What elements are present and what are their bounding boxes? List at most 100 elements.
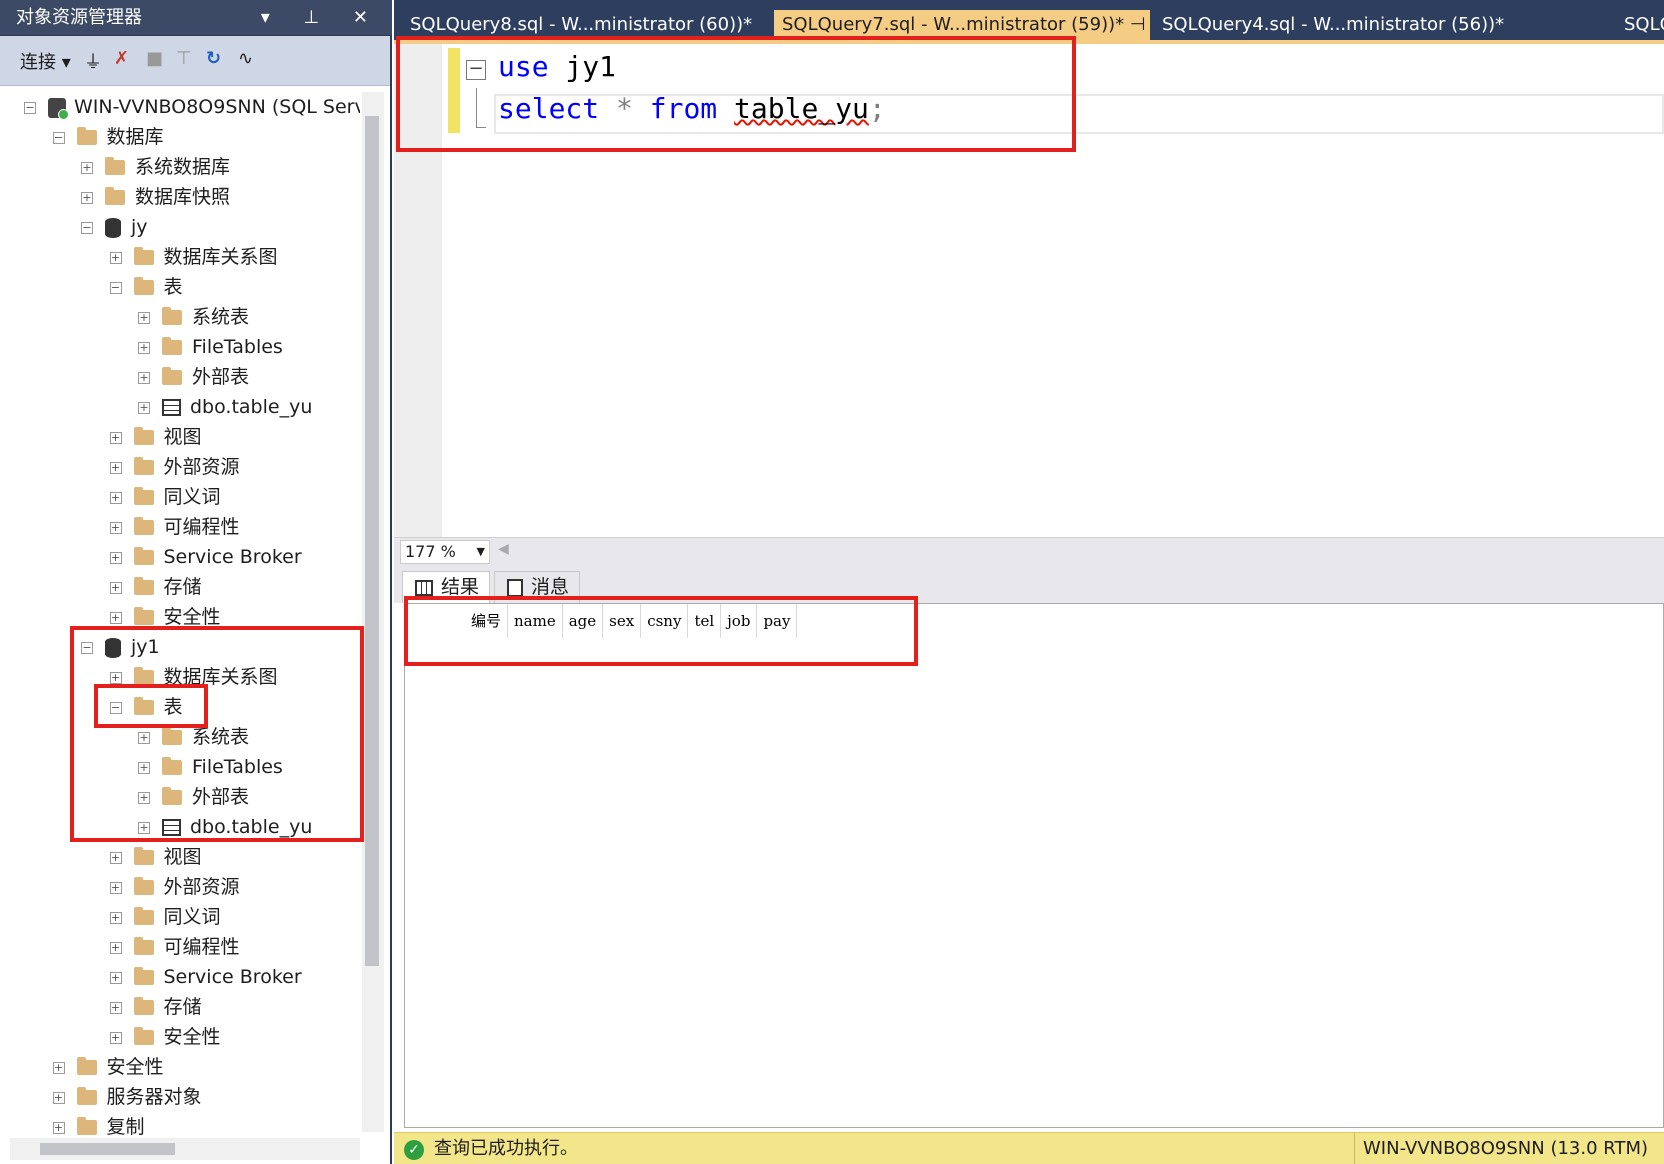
expand-icon[interactable]: + bbox=[109, 551, 122, 564]
panel-controls[interactable]: ▾ ⊥ ✕ bbox=[261, 0, 382, 36]
collapse-icon[interactable]: − bbox=[52, 131, 65, 144]
tree-node[interactable]: + 外部资源 bbox=[109, 872, 240, 902]
folder-icon bbox=[133, 937, 154, 955]
highlight-query-box bbox=[396, 36, 1076, 152]
expand-icon[interactable]: + bbox=[109, 581, 122, 594]
tree-vertical-scrollbar[interactable] bbox=[362, 92, 384, 1132]
status-bar: ✓ 查询已成功执行。 WIN-VVNBO8O9SNN (13.0 RTM) bbox=[394, 1132, 1664, 1164]
tree-node-label: 系统表 bbox=[192, 306, 250, 328]
zoom-bar: 177 % ▼ ◀ bbox=[394, 537, 1664, 565]
folder-icon bbox=[133, 247, 154, 265]
tree-node-label: 系统数据库 bbox=[135, 156, 231, 178]
tab-results-label: 结果 bbox=[441, 576, 480, 598]
object-explorer-toolbar: 连接 ▾ ⏚ ✗ ■ ⊤ ↻ ∿ bbox=[0, 36, 390, 86]
expand-icon[interactable]: + bbox=[109, 431, 122, 444]
results-grid[interactable]: 编号 name age sex csny tel job pay bbox=[404, 603, 1664, 1128]
expand-icon[interactable]: + bbox=[81, 161, 93, 174]
tab-sqlquery-overflow[interactable]: SQLQ bbox=[1616, 10, 1664, 40]
expand-icon[interactable]: + bbox=[52, 1061, 65, 1074]
tree-node[interactable]: + Service Broker bbox=[109, 962, 302, 992]
expand-icon[interactable]: + bbox=[109, 461, 122, 474]
tree-node[interactable]: + 系统表 bbox=[138, 302, 249, 332]
folder-icon bbox=[133, 967, 154, 985]
collapse-icon[interactable]: − bbox=[24, 101, 36, 114]
tree-node[interactable]: + 外部表 bbox=[138, 362, 249, 392]
tree-node[interactable]: + 安全性 bbox=[52, 1052, 164, 1082]
expand-icon[interactable]: + bbox=[138, 401, 150, 414]
expand-icon[interactable]: + bbox=[109, 941, 122, 954]
tree-node[interactable]: + 系统数据库 bbox=[81, 152, 230, 182]
expand-icon[interactable]: + bbox=[109, 491, 122, 504]
expand-icon[interactable]: + bbox=[52, 1091, 65, 1104]
expand-icon[interactable]: + bbox=[109, 1031, 122, 1044]
expand-icon[interactable]: + bbox=[109, 851, 122, 864]
tree-node-label: 外部表 bbox=[192, 366, 250, 388]
expand-icon[interactable]: + bbox=[109, 971, 122, 984]
folder-icon bbox=[162, 307, 182, 325]
expand-icon[interactable]: + bbox=[81, 191, 93, 204]
zoom-dropdown[interactable]: 177 % ▼ bbox=[400, 540, 490, 564]
expand-icon[interactable]: + bbox=[138, 371, 150, 384]
zoom-value: 177 % bbox=[405, 542, 456, 561]
expand-icon[interactable]: + bbox=[109, 881, 122, 894]
activity-monitor-icon[interactable]: ∿ bbox=[238, 48, 253, 69]
expand-icon[interactable]: + bbox=[109, 611, 122, 624]
expand-icon[interactable]: + bbox=[109, 251, 122, 264]
tree-node[interactable]: + 同义词 bbox=[109, 902, 221, 932]
tree-node[interactable]: + Service Broker bbox=[109, 542, 302, 572]
highlight-result-columns-box bbox=[404, 596, 918, 666]
tree-node[interactable]: − 数据库 bbox=[52, 122, 164, 152]
tree-node[interactable]: − WIN-VVNBO8O9SNN (SQL Serv bbox=[24, 92, 360, 122]
tree-node[interactable]: + 安全性 bbox=[109, 1022, 221, 1052]
scroll-left-icon[interactable]: ◀ bbox=[498, 541, 509, 557]
filter-icon[interactable]: ⊤ bbox=[176, 48, 192, 69]
stop-icon[interactable]: ■ bbox=[146, 48, 163, 69]
collapse-icon[interactable]: − bbox=[109, 281, 122, 294]
tree-node[interactable]: + 服务器对象 bbox=[52, 1082, 202, 1112]
expand-icon[interactable]: + bbox=[109, 521, 122, 534]
tree-node-label: WIN-VVNBO8O9SNN (SQL Serv bbox=[74, 96, 360, 118]
tree-node[interactable]: + 同义词 bbox=[109, 482, 221, 512]
tree-node[interactable]: + 外部资源 bbox=[109, 452, 240, 482]
highlight-jy1-tree-box bbox=[70, 626, 364, 842]
folder-icon bbox=[133, 877, 154, 895]
tree-node[interactable]: + 可编程性 bbox=[109, 932, 240, 962]
tree-node[interactable]: + 视图 bbox=[109, 422, 202, 452]
tree-node[interactable]: + 数据库快照 bbox=[81, 182, 230, 212]
tab-sqlquery4[interactable]: SQLQuery4.sql - W...ministrator (56))* bbox=[1154, 10, 1514, 40]
connect-button[interactable]: 连接 ▾ bbox=[20, 48, 71, 74]
expand-icon[interactable]: + bbox=[109, 911, 122, 924]
connect-plug-icon[interactable]: ⏚ bbox=[84, 48, 102, 74]
tree-node[interactable]: + 可编程性 bbox=[109, 512, 240, 542]
folder-icon bbox=[105, 157, 125, 175]
folder-icon bbox=[133, 547, 154, 565]
tree-node-label: 安全性 bbox=[106, 1056, 164, 1078]
collapse-icon[interactable]: − bbox=[81, 221, 93, 234]
tree-node[interactable]: − jy bbox=[81, 212, 148, 242]
refresh-icon[interactable]: ↻ bbox=[206, 48, 221, 69]
tree-node-label: 安全性 bbox=[163, 606, 221, 628]
scrollbar-thumb[interactable] bbox=[365, 116, 379, 966]
expand-icon[interactable]: + bbox=[109, 1001, 122, 1014]
tree-node[interactable]: + 复制 bbox=[52, 1112, 145, 1138]
tree-horizontal-scrollbar[interactable] bbox=[10, 1138, 360, 1160]
scrollbar-thumb[interactable] bbox=[40, 1143, 175, 1155]
expand-icon[interactable]: + bbox=[138, 311, 150, 324]
tree-node[interactable]: + dbo.table_yu bbox=[138, 392, 312, 422]
tree-node[interactable]: + 存储 bbox=[109, 572, 202, 602]
tree-node[interactable]: + 视图 bbox=[109, 842, 202, 872]
tree-node[interactable]: − 表 bbox=[109, 272, 183, 302]
tree-node[interactable]: + 存储 bbox=[109, 992, 202, 1022]
folder-icon bbox=[105, 187, 125, 205]
expand-icon[interactable]: + bbox=[138, 341, 150, 354]
grid-icon bbox=[415, 579, 433, 596]
chevron-down-icon: ▼ bbox=[476, 545, 485, 558]
tree-node-label: dbo.table_yu bbox=[190, 396, 313, 418]
folder-icon bbox=[133, 1027, 154, 1045]
disconnect-icon[interactable]: ✗ bbox=[114, 48, 129, 69]
tree-node[interactable]: + FileTables bbox=[138, 332, 283, 362]
folder-icon bbox=[133, 487, 154, 505]
tree-node[interactable]: + 数据库关系图 bbox=[109, 242, 278, 272]
expand-icon[interactable]: + bbox=[52, 1121, 65, 1134]
server-icon bbox=[48, 97, 69, 120]
